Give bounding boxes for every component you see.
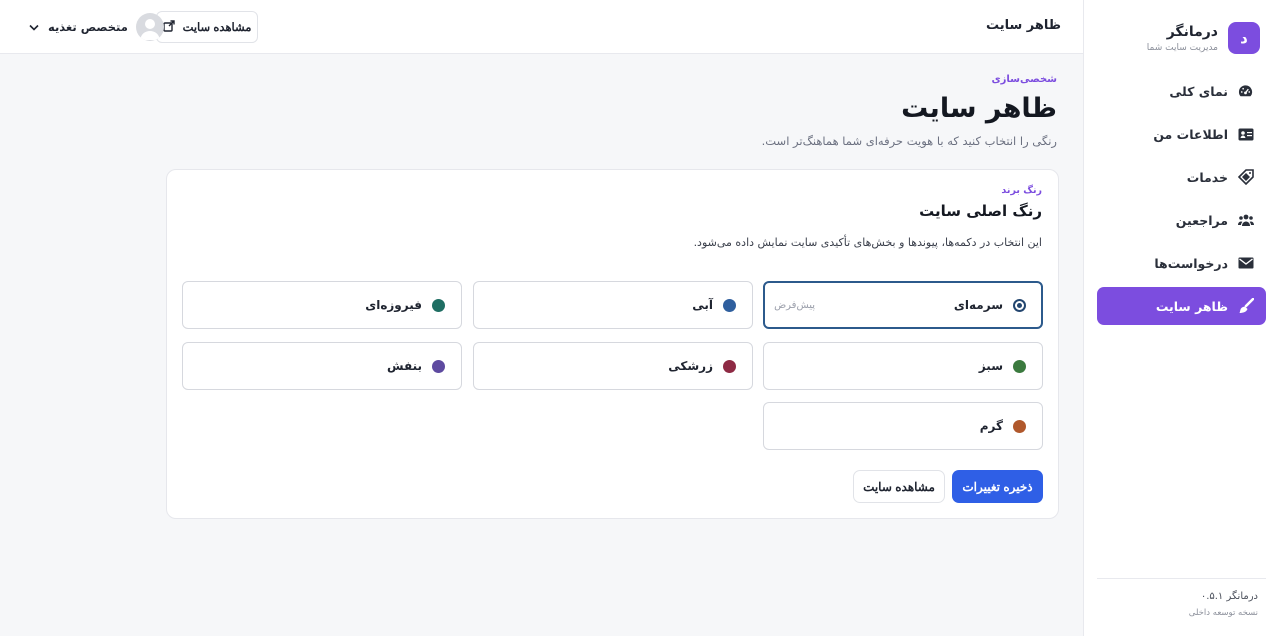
app-version: درمانگر ۰.۵.۱ [1200,591,1258,602]
color-swatch [432,298,445,312]
color-option-label: آبی [692,298,713,312]
color-option-label: گرم [979,419,1003,433]
page-header: شخصی‌سازی ظاهر سایت رنگی را انتخاب کنید … [762,74,1057,148]
sidebar-footer: درمانگر ۰.۵.۱ نسخه توسعه داخلی [1097,578,1266,636]
sidebar-item-label: خدمات [1186,169,1228,185]
color-swatch [432,359,445,373]
color-option-label: بنفش [386,359,422,373]
sidebar-item-requests[interactable]: درخواست‌ها [1097,244,1266,282]
sidebar-item-services[interactable]: خدمات [1097,158,1266,196]
color-option-navy[interactable]: سرمه‌ای پیش‌فرض [763,281,1043,329]
card-description: این انتخاب در دکمه‌ها، پیوندها و بخش‌های… [693,236,1042,249]
topbar-title: ظاهر سایت [985,18,1061,33]
sidebar-item-my-info[interactable]: اطلاعات من [1097,115,1266,153]
sidebar-item-label: درخواست‌ها [1154,255,1228,271]
color-swatch [1013,419,1026,433]
sidebar-item-label: اطلاعات من [1153,126,1228,142]
brand[interactable]: د درمانگر مدیریت سایت شما [1147,22,1260,54]
sidebar-item-clients[interactable]: مراجعین [1097,201,1266,239]
view-site-card-button[interactable]: مشاهده سایت [853,470,945,503]
sidebar: د درمانگر مدیریت سایت شما نمای کلی اطلاع… [1083,0,1280,636]
color-option-label: فیروزه‌ای [365,298,422,312]
view-site-label: مشاهده سایت [182,22,252,34]
color-option-label: زرشکی [668,359,713,373]
brand-name: درمانگر [1166,23,1218,40]
id-card-icon [1237,126,1254,143]
sidebar-item-label: نمای کلی [1169,83,1228,99]
color-option-label: سبز [978,359,1003,373]
color-swatch [723,298,736,312]
page-kicker: شخصی‌سازی [991,74,1057,85]
sidebar-item-label: مراجعین [1175,212,1228,228]
color-option-green[interactable]: سبز [763,342,1043,390]
user-name: متخصص تغذیه [48,20,128,34]
brand-subtitle: مدیریت سایت شما [1146,42,1218,53]
color-swatch [1013,359,1026,373]
default-tag: پیش‌فرض [774,299,815,311]
radio-swatch [1013,298,1026,312]
color-option-label: سرمه‌ای [953,298,1003,312]
paint-brush-icon [1237,298,1254,315]
color-option-blue[interactable]: آبی [473,281,753,329]
sidebar-nav: نمای کلی اطلاعات من خدمات مراجعین درخواس… [1097,72,1266,330]
avatar [135,13,164,41]
sidebar-item-overview[interactable]: نمای کلی [1097,72,1266,110]
brand-logo: د [1228,22,1260,54]
page-title: ظاهر سایت [901,93,1057,124]
users-icon [1237,212,1254,229]
sidebar-item-appearance[interactable]: ظاهر سایت [1097,287,1266,325]
dashboard-gauge-icon [1237,83,1254,100]
version-note: نسخه توسعه داخلی [1188,608,1258,618]
color-option-turquoise[interactable]: فیروزه‌ای [182,281,462,329]
external-link-icon [162,19,175,35]
view-site-button[interactable]: مشاهده سایت [156,11,258,43]
topbar: ظاهر سایت مشاهده سایت متخصص تغذیه [0,0,1083,54]
brand-color-card: رنگ برند رنگ اصلی سایت این انتخاب در دکم… [166,169,1059,519]
chevron-down-icon [28,21,40,33]
page-description: رنگی را انتخاب کنید که با هویت حرفه‌ای ش… [761,134,1057,148]
color-option-purple[interactable]: بنفش [182,342,462,390]
color-option-warm[interactable]: گرم [763,402,1043,450]
user-menu[interactable]: متخصص تغذیه [28,13,164,41]
save-changes-button[interactable]: ذخیره تغییرات [952,470,1043,503]
envelope-icon [1237,255,1254,272]
card-title: رنگ اصلی سایت [919,202,1042,220]
sidebar-item-label: ظاهر سایت [1155,298,1228,314]
card-kicker: رنگ برند [1001,185,1042,196]
color-option-crimson[interactable]: زرشکی [473,342,753,390]
tag-icon [1237,169,1254,186]
color-swatch [723,359,736,373]
